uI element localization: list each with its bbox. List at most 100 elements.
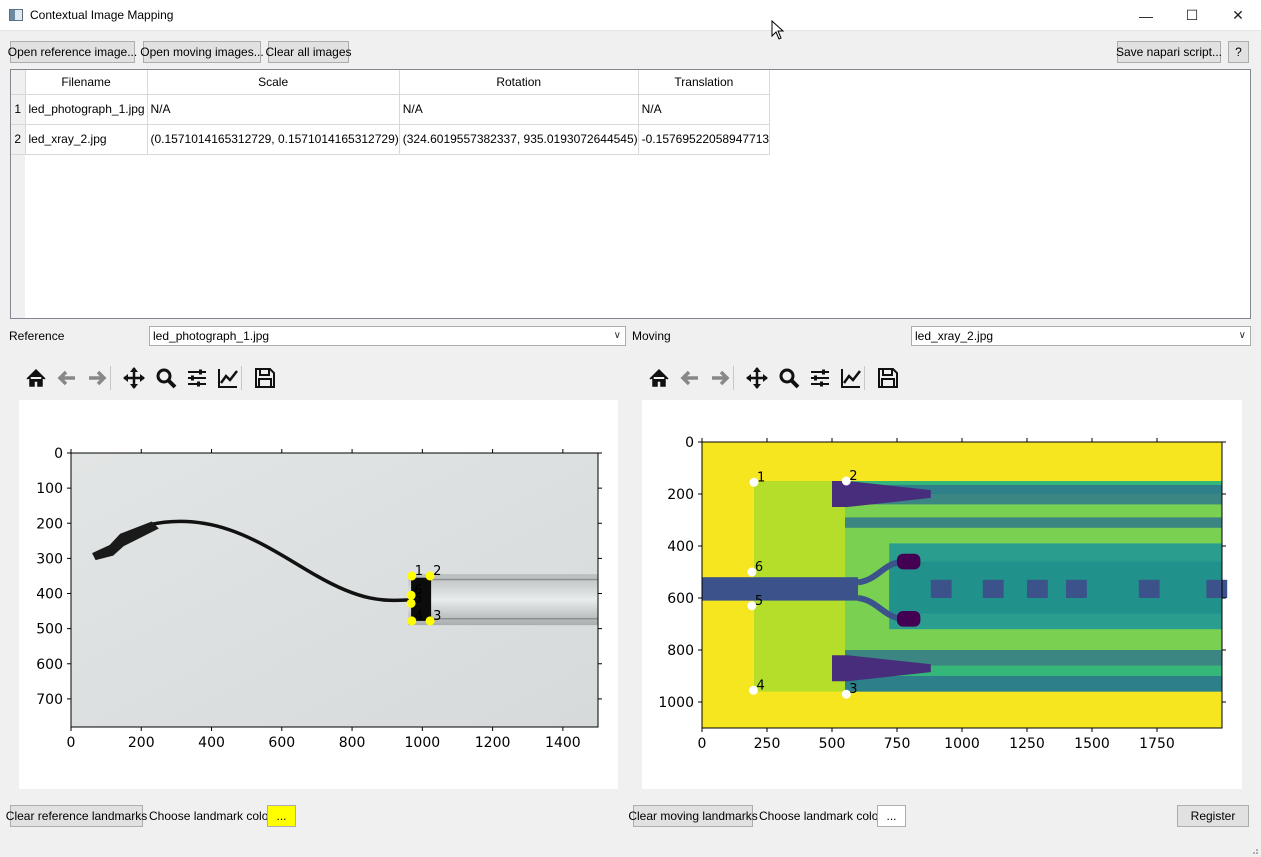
table-header-row: Filename Scale Rotation Translation bbox=[11, 70, 771, 95]
y-tick-label: 0 bbox=[685, 435, 694, 451]
y-tick-label: 500 bbox=[36, 622, 63, 638]
maximize-button[interactable]: ☐ bbox=[1169, 0, 1215, 31]
moving-plot-canvas[interactable]: 0 250 500 750 1000 1250 1500 1750 0 200 400 600 800 1… bbox=[642, 400, 1242, 789]
save-napari-script-button[interactable]: Save napari script... bbox=[1116, 41, 1222, 63]
zoom-icon[interactable] bbox=[775, 364, 803, 392]
column-header-rotation[interactable]: Rotation bbox=[399, 70, 639, 95]
home-icon[interactable] bbox=[22, 364, 50, 392]
chevron-down-icon: ∨ bbox=[613, 330, 621, 341]
pan-icon[interactable] bbox=[743, 364, 771, 392]
reference-label: Reference bbox=[9, 329, 65, 343]
plot-image bbox=[702, 442, 1228, 728]
x-tick-label: 1000 bbox=[944, 736, 980, 752]
chevron-down-icon: ∨ bbox=[1238, 330, 1246, 341]
moving-plot-toolbar bbox=[645, 364, 905, 396]
cell-scale[interactable]: N/A bbox=[147, 94, 400, 125]
landmark-label: 2 bbox=[433, 564, 441, 579]
x-tick-label: 1200 bbox=[475, 735, 511, 751]
y-tick-label: 0 bbox=[54, 446, 63, 462]
moving-plot[interactable]: 0 250 500 750 1000 1250 1500 1750 0 200 400 600 800 1… bbox=[642, 400, 1242, 789]
cell-filename[interactable]: led_xray_2.jpg bbox=[25, 124, 148, 155]
cell-filename[interactable]: led_photograph_1.jpg bbox=[25, 94, 148, 125]
app-icon bbox=[9, 9, 23, 21]
pan-icon[interactable] bbox=[120, 364, 148, 392]
column-header-translation[interactable]: Translation bbox=[638, 70, 771, 95]
open-moving-images-button[interactable]: Open moving images... bbox=[140, 41, 264, 63]
table-corner[interactable] bbox=[11, 70, 26, 95]
help-button[interactable]: ? bbox=[1228, 41, 1249, 63]
reference-color-label: Choose landmark color: bbox=[149, 809, 276, 823]
reference-plot[interactable]: 0 200 400 600 800 1000 1200 1400 0 100 200 300 400 50… bbox=[19, 400, 618, 789]
x-tick-label: 1500 bbox=[1074, 736, 1110, 752]
x-tick-label: 500 bbox=[819, 736, 846, 752]
register-button[interactable]: Register bbox=[1177, 805, 1249, 827]
edit-axis-icon[interactable] bbox=[837, 364, 865, 392]
save-icon[interactable] bbox=[251, 364, 279, 392]
x-tick-label: 400 bbox=[198, 735, 225, 751]
row-number[interactable]: 2 bbox=[11, 124, 26, 155]
landmark-label: 1 bbox=[757, 470, 765, 485]
reference-color-button[interactable]: ... bbox=[267, 805, 296, 827]
back-icon[interactable] bbox=[53, 364, 81, 392]
resize-grip-icon[interactable] bbox=[1249, 845, 1259, 855]
y-tick-label: 400 bbox=[667, 539, 694, 555]
landmark-label: 4 bbox=[756, 678, 764, 693]
back-icon[interactable] bbox=[676, 364, 704, 392]
reference-select[interactable]: led_photograph_1.jpg ∨ bbox=[149, 326, 626, 346]
moving-color-label: Choose landmark color: bbox=[759, 809, 886, 823]
moving-label: Moving bbox=[632, 329, 671, 343]
forward-icon[interactable] bbox=[706, 364, 734, 392]
toolbar-separator bbox=[241, 366, 242, 390]
x-tick-label: 1250 bbox=[1009, 736, 1045, 752]
x-tick-label: 800 bbox=[339, 735, 366, 751]
cell-rotation[interactable]: N/A bbox=[399, 94, 639, 125]
y-tick-label: 800 bbox=[667, 643, 694, 659]
toolbar-separator bbox=[864, 366, 865, 390]
x-tick-label: 750 bbox=[884, 736, 911, 752]
moving-select[interactable]: led_xray_2.jpg ∨ bbox=[911, 326, 1251, 346]
reference-plot-toolbar bbox=[22, 364, 282, 396]
save-icon[interactable] bbox=[874, 364, 902, 392]
cell-scale[interactable]: (0.1571014165312729, 0.1571014165312729) bbox=[147, 124, 400, 155]
reference-plot-canvas[interactable]: 0 200 400 600 800 1000 1200 1400 0 100 200 300 400 50… bbox=[19, 400, 618, 789]
close-button[interactable]: ✕ bbox=[1215, 0, 1261, 31]
cell-translation[interactable]: -0.15769522058947713 bbox=[638, 124, 771, 155]
y-tick-label: 700 bbox=[36, 692, 63, 708]
x-tick-label: 0 bbox=[67, 735, 76, 751]
table-row[interactable]: 1 led_photograph_1.jpg N/A N/A N/A bbox=[11, 94, 771, 125]
landmark-label: 4 bbox=[415, 609, 423, 624]
moving-color-button[interactable]: ... bbox=[877, 805, 906, 827]
edit-axis-icon[interactable] bbox=[214, 364, 242, 392]
table-row[interactable]: 2 led_xray_2.jpg (0.1571014165312729, 0.… bbox=[11, 124, 771, 155]
images-table[interactable]: Filename Scale Rotation Translation 1 le… bbox=[10, 69, 1251, 319]
zoom-icon[interactable] bbox=[152, 364, 180, 392]
configure-subplots-icon[interactable] bbox=[806, 364, 834, 392]
landmark-label: 3 bbox=[849, 682, 857, 697]
moving-select-value: led_xray_2.jpg bbox=[915, 329, 994, 343]
cell-rotation[interactable]: (324.6019557382337, 935.0193072644545) bbox=[399, 124, 639, 155]
cell-translation[interactable]: N/A bbox=[638, 94, 771, 125]
minimize-button[interactable]: — bbox=[1123, 0, 1169, 31]
clear-all-images-button[interactable]: Clear all images bbox=[265, 41, 352, 63]
x-tick-label: 1750 bbox=[1139, 736, 1175, 752]
y-tick-label: 1000 bbox=[658, 695, 694, 711]
open-reference-image-button[interactable]: Open reference image... bbox=[8, 41, 137, 63]
landmark-label: 6 bbox=[414, 583, 422, 598]
y-tick-label: 600 bbox=[667, 591, 694, 607]
forward-icon[interactable] bbox=[83, 364, 111, 392]
toolbar-separator bbox=[733, 366, 734, 390]
clear-moving-landmarks-button[interactable]: Clear moving landmarks bbox=[628, 805, 758, 827]
configure-subplots-icon[interactable] bbox=[183, 364, 211, 392]
home-icon[interactable] bbox=[645, 364, 673, 392]
toolbar-separator bbox=[110, 366, 111, 390]
column-header-filename[interactable]: Filename bbox=[25, 70, 148, 95]
reference-select-value: led_photograph_1.jpg bbox=[153, 329, 270, 343]
landmark-label: 3 bbox=[433, 609, 441, 624]
y-tick-label: 200 bbox=[36, 516, 63, 532]
x-tick-label: 250 bbox=[754, 736, 781, 752]
x-tick-label: 600 bbox=[268, 735, 295, 751]
column-header-scale[interactable]: Scale bbox=[147, 70, 400, 95]
row-number[interactable]: 1 bbox=[11, 94, 26, 125]
landmark-label: 6 bbox=[755, 560, 763, 575]
clear-reference-landmarks-button[interactable]: Clear reference landmarks bbox=[6, 805, 147, 827]
